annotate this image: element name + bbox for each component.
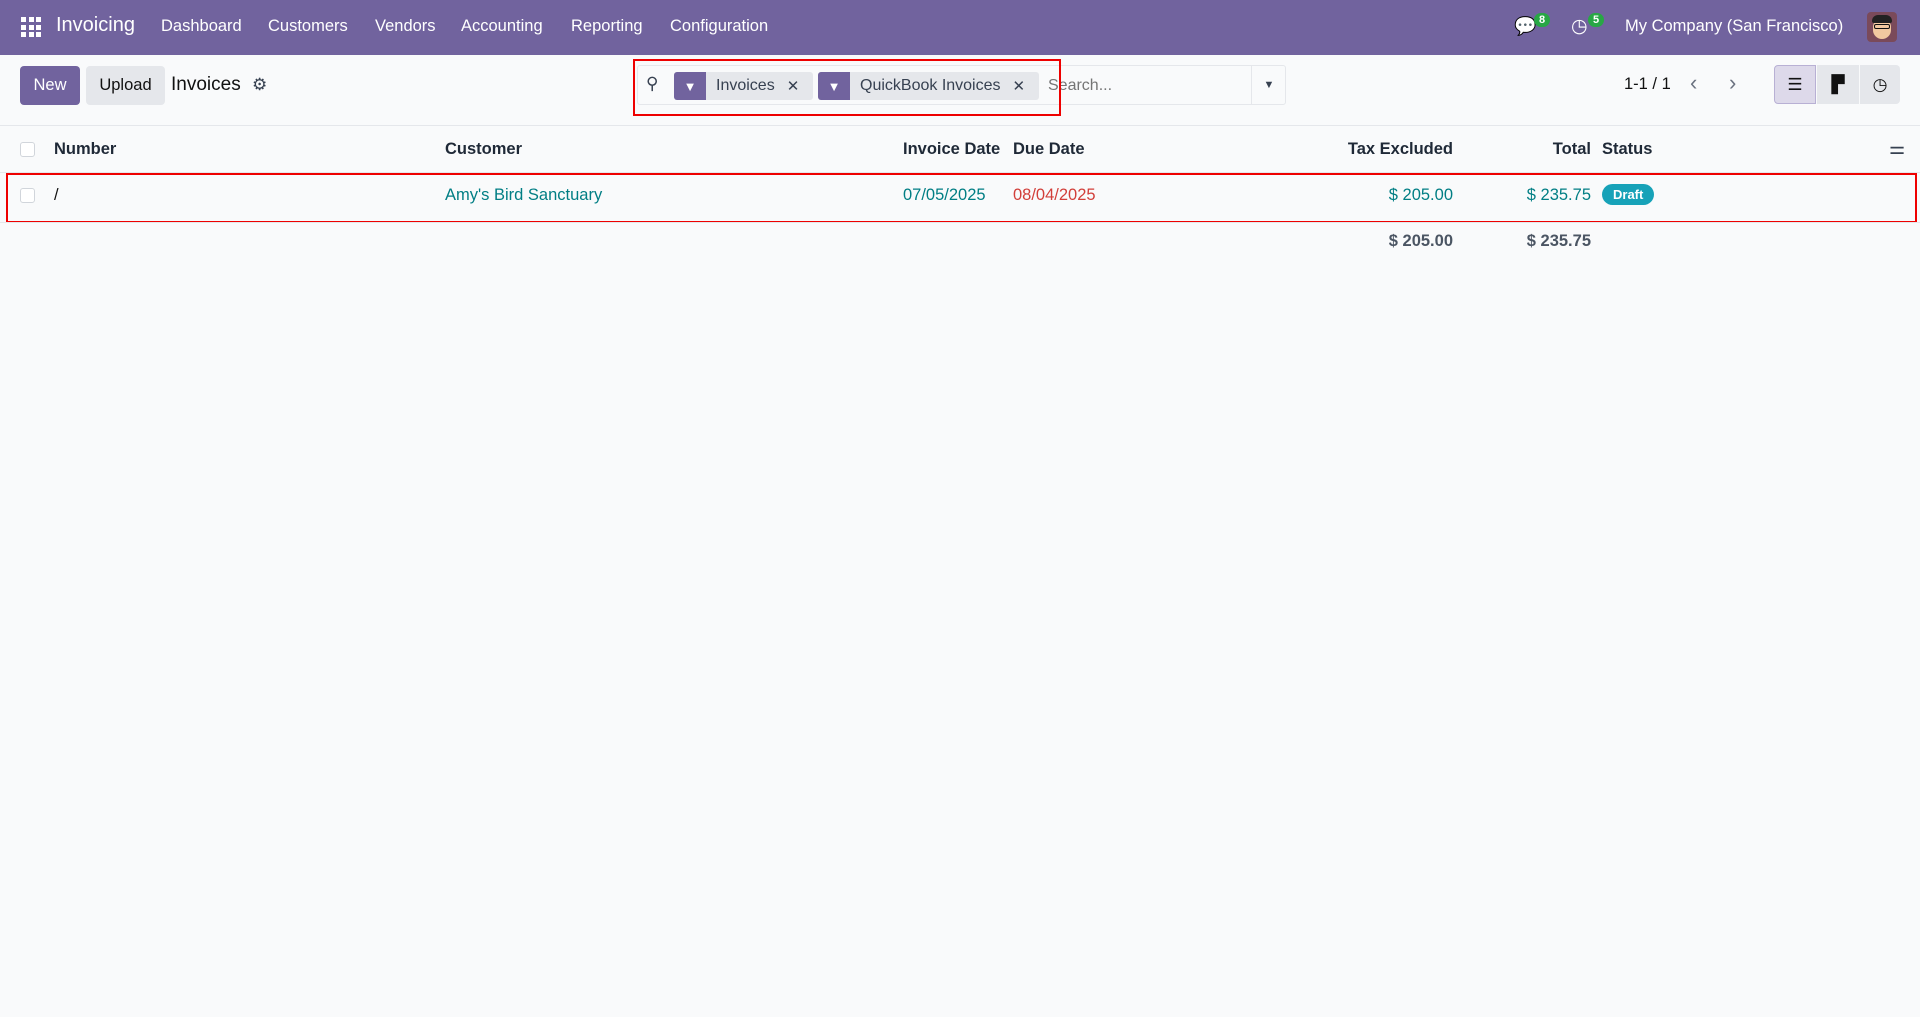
header-status[interactable]: Status — [1602, 140, 1652, 159]
pager-next-icon[interactable]: › — [1729, 70, 1736, 96]
divider — [0, 172, 1920, 173]
cell-invoice-date: 07/05/2025 — [903, 186, 986, 204]
top-navbar: Invoicing Dashboard Customers Vendors Ac… — [0, 0, 1920, 55]
optional-columns-icon[interactable]: ⚌ — [1889, 138, 1905, 159]
header-tax-excluded[interactable]: Tax Excluded — [1348, 140, 1453, 159]
filter-icon: ▼ — [818, 72, 850, 100]
search-input[interactable] — [1048, 74, 1238, 98]
divider — [0, 125, 1920, 126]
pager-value[interactable]: 1-1 / 1 — [1624, 75, 1671, 94]
app-name[interactable]: Invoicing — [56, 14, 135, 37]
activity-clock-icon[interactable]: ◷ — [1571, 15, 1588, 38]
header-number[interactable]: Number — [54, 140, 116, 159]
cell-total: $ 235.75 — [1526, 186, 1591, 204]
facet-label: Invoices — [716, 77, 775, 94]
page-title: Invoices — [171, 74, 241, 95]
status-badge: Draft — [1602, 184, 1655, 205]
apps-menu-icon[interactable] — [21, 17, 41, 37]
search-bar: ⚲ ▼ Invoices ✕ ▼ QuickBook Invoices ✕ ▼ — [637, 65, 1286, 105]
cell-due-date: 08/04/2025 — [1013, 186, 1096, 204]
total-amount: $ 235.75 — [1526, 232, 1591, 250]
select-all-checkbox[interactable] — [20, 142, 35, 157]
total-tax-excluded: $ 205.00 — [1388, 232, 1453, 250]
cell-tax-excluded: $ 205.00 — [1388, 186, 1453, 204]
gear-icon[interactable]: ⚙ — [252, 75, 267, 95]
facet-label: QuickBook Invoices — [860, 77, 1001, 94]
facet-quickbook-invoices: ▼ QuickBook Invoices ✕ — [818, 72, 1039, 100]
menu-customers[interactable]: Customers — [268, 17, 348, 36]
row-checkbox[interactable] — [20, 188, 35, 203]
kanban-view-button[interactable]: ▛ — [1817, 65, 1859, 104]
search-options-toggle[interactable]: ▼ — [1251, 66, 1286, 104]
cell-customer[interactable]: Amy's Bird Sanctuary — [445, 186, 602, 205]
menu-configuration[interactable]: Configuration — [670, 17, 768, 36]
activity-view-button[interactable]: ◷ — [1860, 65, 1900, 104]
menu-reporting[interactable]: Reporting — [571, 17, 643, 36]
header-total[interactable]: Total — [1553, 140, 1591, 159]
upload-button[interactable]: Upload — [86, 66, 165, 105]
menu-vendors[interactable]: Vendors — [375, 17, 436, 36]
activities-badge: 5 — [1588, 13, 1605, 27]
header-due-date[interactable]: Due Date — [1013, 140, 1085, 159]
user-avatar[interactable] — [1867, 12, 1897, 42]
search-icon: ⚲ — [646, 74, 659, 93]
facet-invoices: ▼ Invoices ✕ — [674, 72, 813, 100]
company-switcher[interactable]: My Company (San Francisco) — [1625, 17, 1843, 36]
new-button[interactable]: New — [20, 66, 80, 105]
pager-previous-icon[interactable]: ‹ — [1690, 70, 1697, 96]
menu-accounting[interactable]: Accounting — [461, 17, 543, 36]
divider — [0, 222, 1920, 223]
messages-badge: 8 — [1534, 13, 1551, 27]
filter-icon: ▼ — [674, 72, 706, 100]
list-view-button[interactable]: ☰ — [1774, 65, 1816, 104]
remove-facet-icon[interactable]: ✕ — [1013, 77, 1026, 95]
cell-number: / — [54, 186, 59, 204]
remove-facet-icon[interactable]: ✕ — [787, 77, 800, 95]
menu-dashboard[interactable]: Dashboard — [161, 17, 242, 36]
header-customer[interactable]: Customer — [445, 140, 522, 159]
header-invoice-date[interactable]: Invoice Date — [903, 140, 1000, 159]
